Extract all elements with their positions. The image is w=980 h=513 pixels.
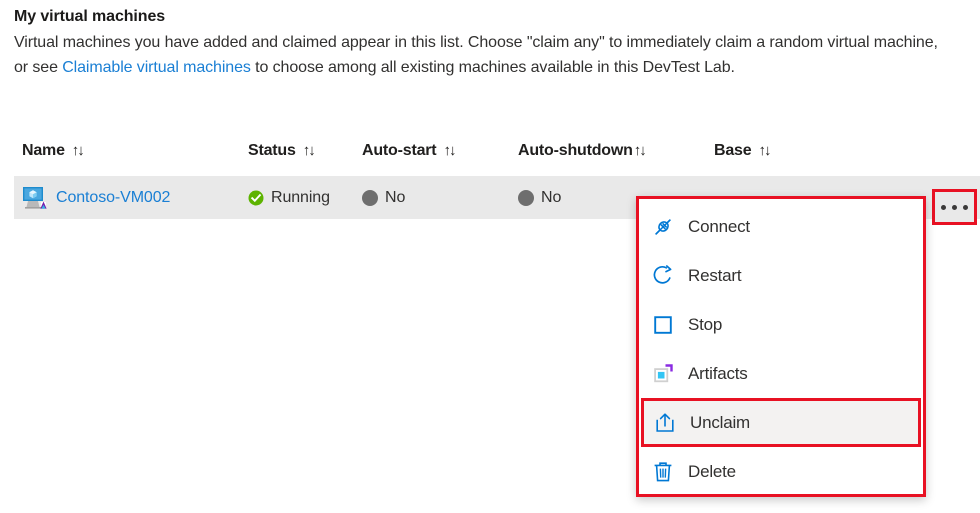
sort-arrows-icon: ↑↓ <box>302 142 316 159</box>
cell-name: Contoso-VM002 <box>22 176 170 219</box>
stop-square-icon <box>650 312 676 338</box>
vm-name-link[interactable]: Contoso-VM002 <box>56 189 170 207</box>
status-text: Running <box>271 188 330 206</box>
more-actions-button[interactable] <box>932 189 977 225</box>
menu-item-unclaim[interactable]: Unclaim <box>641 398 921 447</box>
menu-item-connect[interactable]: Connect <box>639 202 923 251</box>
column-header-auto-start[interactable]: Auto-start ↑↓ <box>362 142 456 160</box>
column-header-base[interactable]: Base ↑↓ <box>714 142 771 160</box>
description-text-after-link: to choose among all existing machines av… <box>250 59 735 76</box>
menu-item-stop[interactable]: Stop <box>639 300 923 349</box>
column-header-base-label: Base <box>714 142 752 159</box>
auto-shutdown-text: No <box>541 188 562 206</box>
menu-item-artifacts-label: Artifacts <box>688 363 748 383</box>
status-disabled-dot-icon <box>518 189 534 206</box>
row-context-menu: Connect Restart Stop Artifacts Unclaim D… <box>636 196 926 497</box>
column-header-auto-shutdown-label: Auto-shutdown <box>518 142 633 159</box>
cell-auto-start: No <box>362 176 405 219</box>
menu-item-artifacts[interactable]: Artifacts <box>639 349 923 398</box>
column-header-auto-start-label: Auto-start <box>362 142 437 159</box>
cell-auto-shutdown: No <box>518 176 561 219</box>
column-header-status-label: Status <box>248 142 296 159</box>
ellipsis-icon <box>941 204 968 210</box>
column-header-name-label: Name <box>22 142 65 159</box>
sort-arrows-icon: ↑↓ <box>443 142 456 159</box>
sort-arrows-icon: ↑↓ <box>758 142 771 159</box>
menu-item-stop-label: Stop <box>688 314 723 334</box>
column-header-status[interactable]: Status ↑↓ <box>248 142 316 160</box>
artifacts-icon <box>650 361 676 387</box>
column-header-name[interactable]: Name ↑↓ <box>22 142 85 160</box>
claimable-virtual-machines-link[interactable]: Claimable virtual machines <box>62 59 251 76</box>
menu-item-delete-label: Delete <box>688 461 736 481</box>
auto-start-text: No <box>385 188 406 206</box>
sort-arrows-icon: ↑↓ <box>633 142 647 159</box>
menu-item-connect-label: Connect <box>688 216 750 236</box>
plug-connect-icon <box>650 214 676 240</box>
cell-status: Running <box>248 176 330 219</box>
sort-arrows-icon: ↑↓ <box>71 142 85 159</box>
column-header-auto-shutdown[interactable]: Auto-shutdown↑↓ <box>518 142 647 160</box>
page-intro: My virtual machines Virtual machines you… <box>14 6 944 80</box>
menu-item-restart[interactable]: Restart <box>639 251 923 300</box>
page-title: My virtual machines <box>14 8 166 25</box>
menu-item-restart-label: Restart <box>688 265 742 285</box>
menu-item-unclaim-label: Unclaim <box>690 412 751 432</box>
menu-item-delete[interactable]: Delete <box>639 447 923 496</box>
restart-arrow-icon <box>650 263 676 289</box>
virtual-machine-icon <box>23 186 47 209</box>
status-running-check-icon <box>248 190 264 205</box>
unclaim-upload-icon <box>652 410 678 436</box>
page-description: Virtual machines you have added and clai… <box>14 30 944 80</box>
trash-delete-icon <box>650 459 676 485</box>
status-disabled-dot-icon <box>362 189 378 206</box>
table-header-row: Name ↑↓ Status ↑↓ Auto-start ↑↓ Auto-shutdo… <box>14 136 980 176</box>
